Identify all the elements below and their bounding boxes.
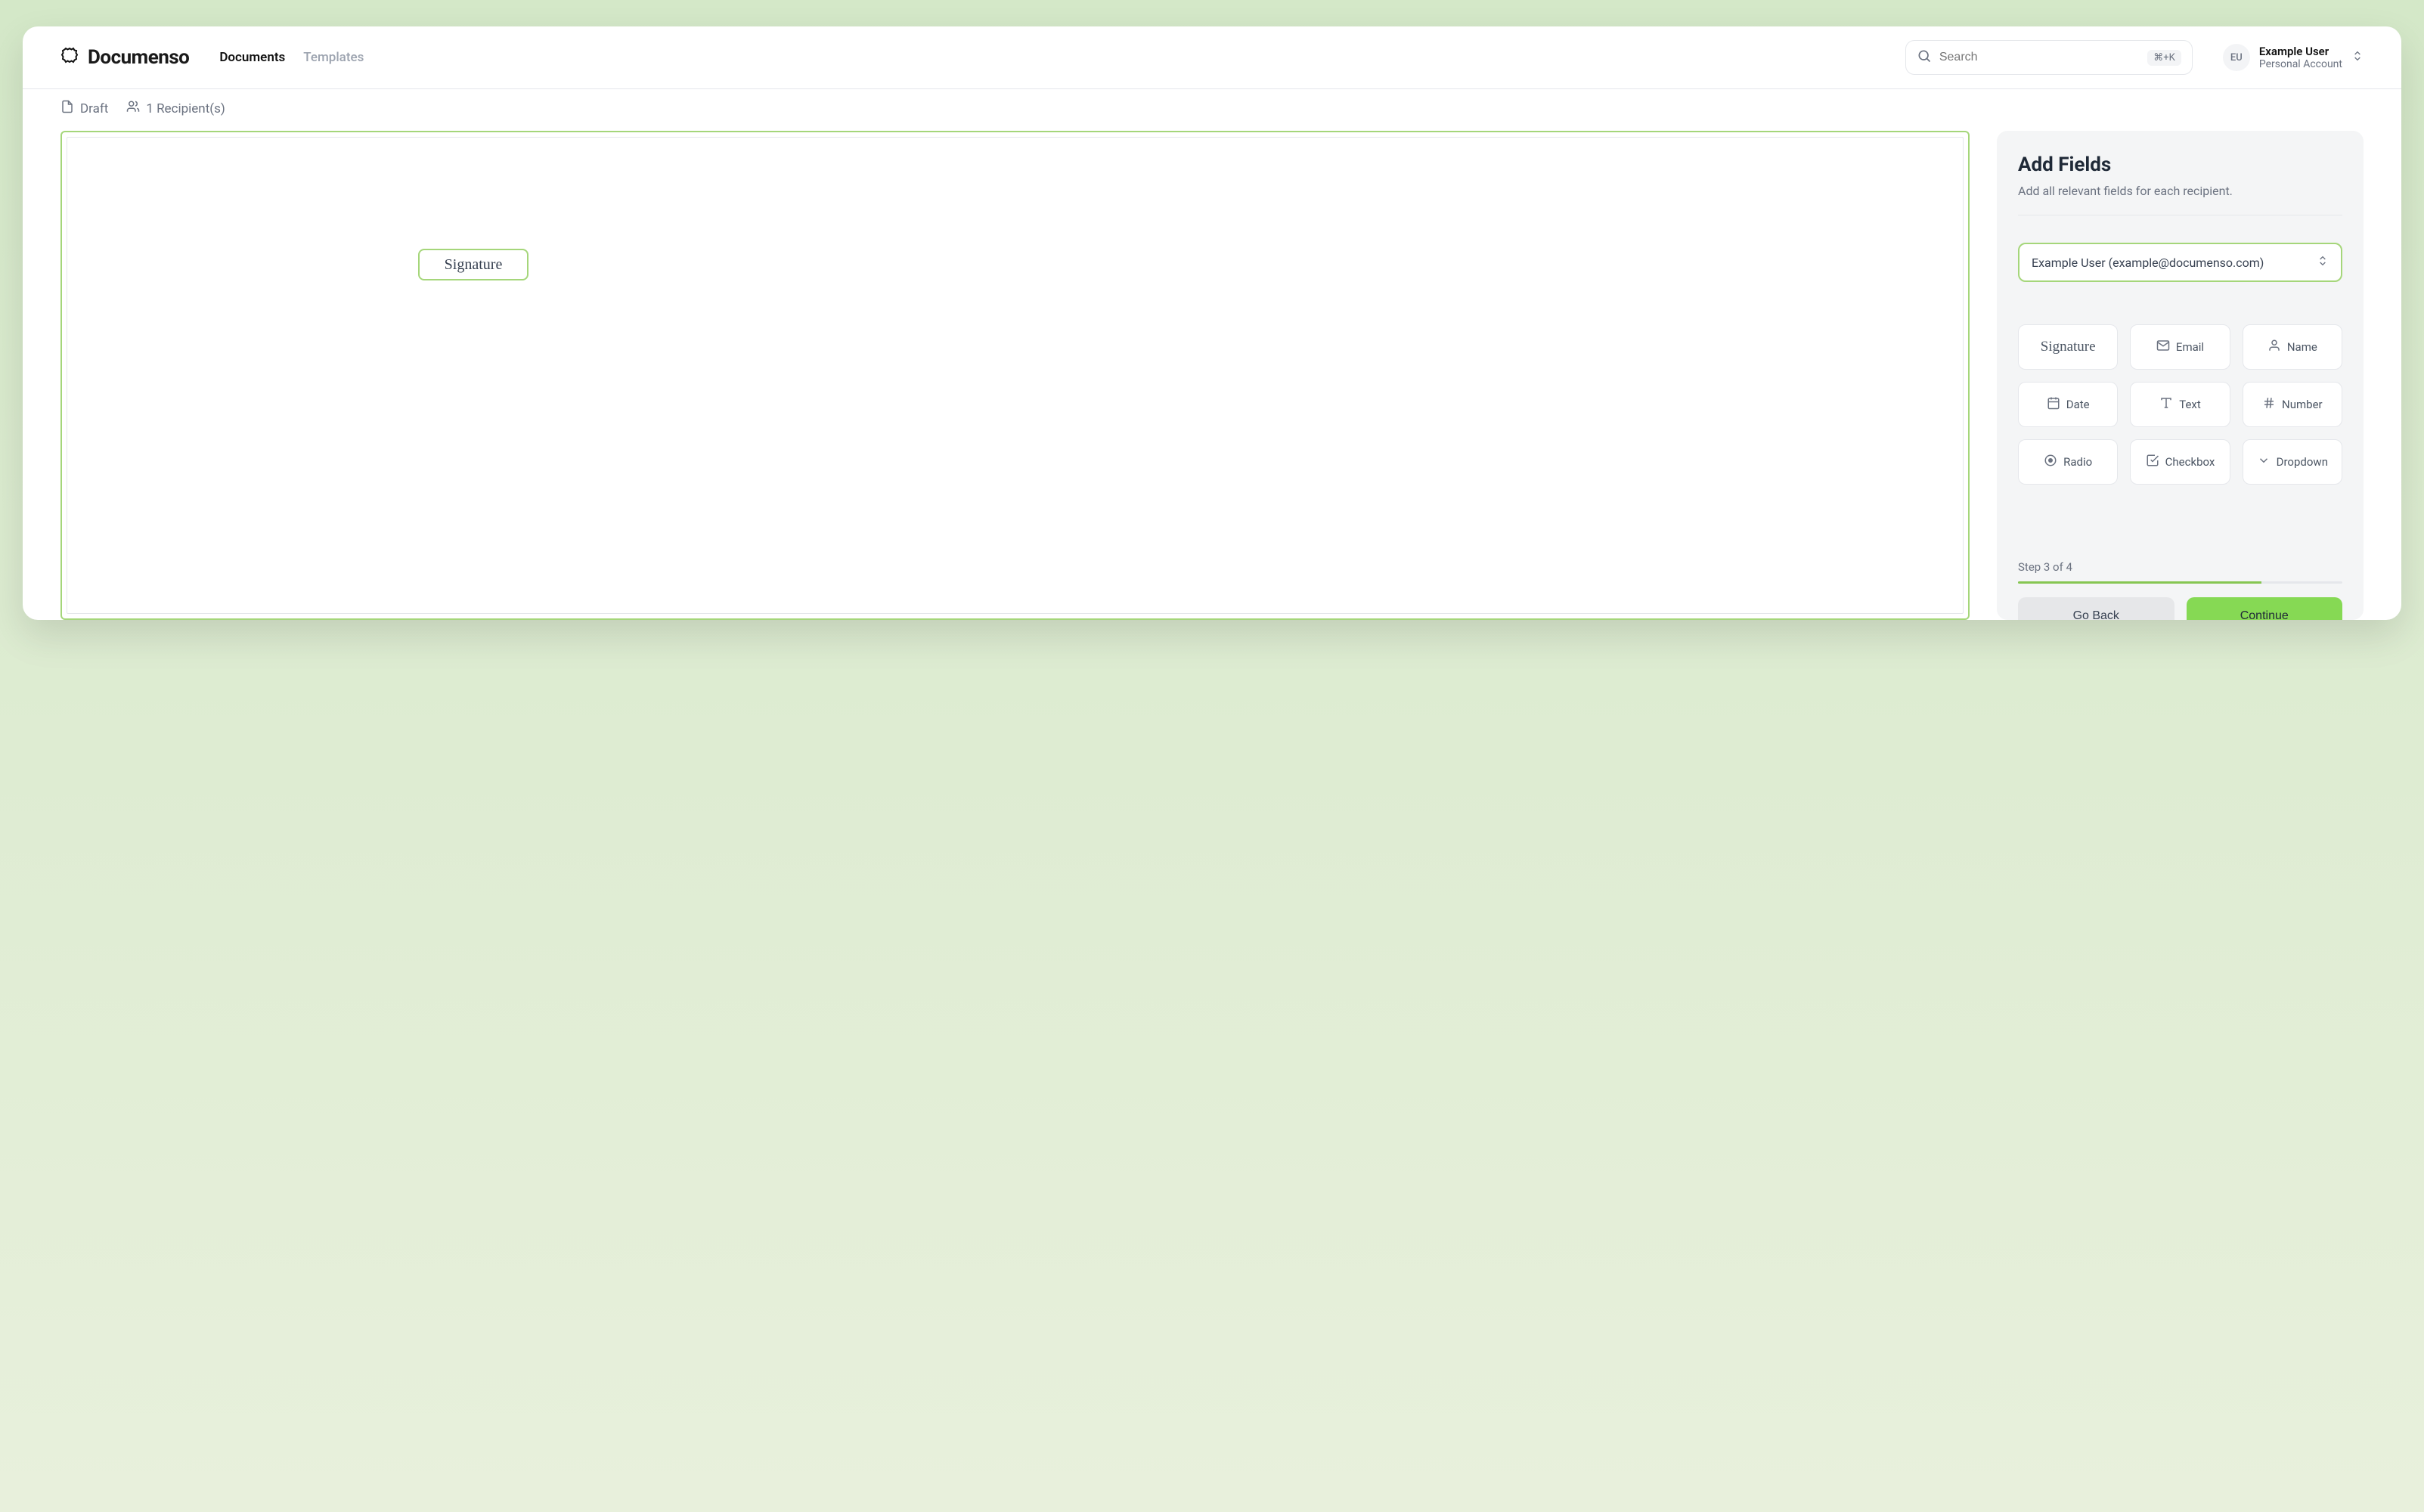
sidebar-subtitle: Add all relevant fields for each recipie…: [2018, 184, 2342, 198]
calendar-icon: [2047, 396, 2060, 413]
go-back-button[interactable]: Go Back: [2018, 597, 2174, 620]
step-label: Step 3 of 4: [2018, 560, 2342, 574]
checkbox-icon: [2146, 454, 2159, 470]
document-page[interactable]: Signature: [67, 137, 1964, 614]
chevron-updown-icon: [2317, 255, 2329, 270]
search-box[interactable]: ⌘+K: [1905, 40, 2193, 75]
user-menu[interactable]: EU Example User Personal Account: [2223, 44, 2364, 71]
logo-text: Documenso: [88, 46, 189, 69]
type-icon: [2159, 396, 2173, 413]
nav-documents[interactable]: Documents: [219, 50, 285, 65]
hash-icon: [2262, 396, 2276, 413]
logo[interactable]: Documenso: [60, 46, 189, 69]
avatar: EU: [2223, 44, 2250, 71]
sidebar-panel: Add Fields Add all relevant fields for e…: [1997, 131, 2364, 620]
sidebar-title: Add Fields: [2018, 153, 2342, 176]
field-checkbox[interactable]: Checkbox: [2130, 439, 2230, 485]
recipients-badge: 1 Recipient(s): [126, 100, 225, 117]
logo-icon: [60, 47, 79, 68]
progress-bar: [2018, 581, 2342, 584]
app-window: Documenso Documents Templates ⌘+K EU Exa…: [23, 26, 2401, 620]
user-info: Example User Personal Account: [2259, 45, 2342, 70]
field-dropdown[interactable]: Dropdown: [2243, 439, 2342, 485]
email-label: Email: [2176, 340, 2204, 354]
radio-icon: [2044, 454, 2057, 470]
field-number[interactable]: Number: [2243, 382, 2342, 427]
date-label: Date: [2066, 398, 2090, 411]
chevron-down-icon: [2257, 454, 2271, 470]
radio-label: Radio: [2063, 455, 2092, 469]
field-name[interactable]: Name: [2243, 324, 2342, 370]
field-signature[interactable]: Signature: [2018, 324, 2118, 370]
status-badge: Draft: [60, 100, 108, 117]
chevron-updown-icon: [2351, 50, 2364, 65]
user-account: Personal Account: [2259, 58, 2342, 70]
continue-button[interactable]: Continue: [2187, 597, 2343, 620]
field-grid: Signature Email Name Date Text: [2018, 324, 2342, 485]
nav-templates[interactable]: Templates: [303, 50, 364, 65]
button-row: Go Back Continue: [2018, 597, 2342, 620]
text-label: Text: [2179, 398, 2201, 411]
file-icon: [60, 100, 74, 117]
mail-icon: [2156, 339, 2170, 355]
user-icon: [2267, 339, 2281, 355]
step-section: Step 3 of 4 Go Back Continue: [2018, 560, 2342, 620]
recipient-value: Example User (example@documenso.com): [2032, 256, 2264, 270]
nav-links: Documents Templates: [219, 50, 364, 65]
search-input[interactable]: [1939, 51, 2140, 64]
name-label: Name: [2287, 340, 2317, 354]
users-icon: [126, 100, 140, 117]
placed-field-label: Signature: [445, 256, 503, 274]
user-name: Example User: [2259, 45, 2342, 58]
search-shortcut: ⌘+K: [2147, 50, 2181, 66]
signature-label: Signature: [2041, 339, 2096, 355]
number-label: Number: [2282, 398, 2323, 411]
dropdown-label: Dropdown: [2277, 455, 2328, 469]
status-text: Draft: [80, 101, 108, 116]
recipient-select[interactable]: Example User (example@documenso.com): [2018, 243, 2342, 282]
recipients-text: 1 Recipient(s): [146, 101, 225, 116]
document-preview[interactable]: Signature: [60, 131, 1970, 620]
checkbox-label: Checkbox: [2165, 455, 2215, 469]
main-area: Signature Add Fields Add all relevant fi…: [23, 131, 2401, 620]
field-date[interactable]: Date: [2018, 382, 2118, 427]
progress-fill: [2018, 581, 2261, 584]
search-icon: [1917, 48, 1932, 67]
header: Documenso Documents Templates ⌘+K EU Exa…: [23, 26, 2401, 89]
subheader: Draft 1 Recipient(s): [23, 89, 2401, 131]
field-text[interactable]: Text: [2130, 382, 2230, 427]
field-email[interactable]: Email: [2130, 324, 2230, 370]
field-radio[interactable]: Radio: [2018, 439, 2118, 485]
placed-signature-field[interactable]: Signature: [418, 249, 529, 280]
